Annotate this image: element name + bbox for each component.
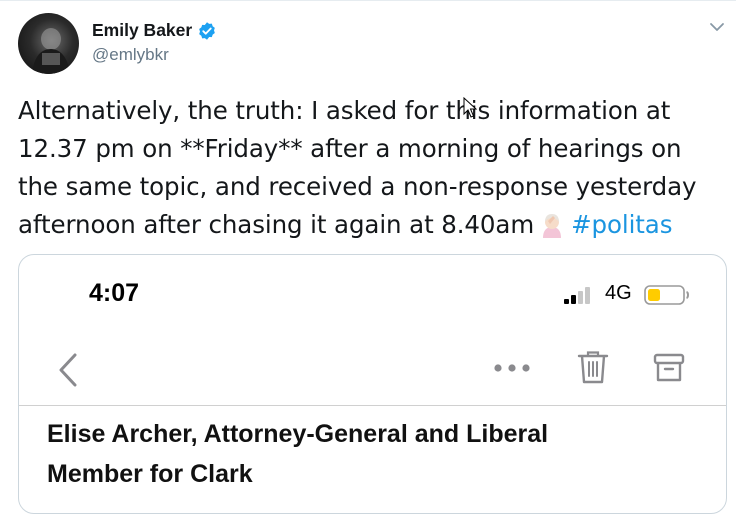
author-handle[interactable]: @emlybkr — [92, 45, 169, 65]
more-icon[interactable] — [493, 362, 531, 374]
woman-facepalming-emoji-icon — [543, 214, 562, 238]
status-time: 4:07 — [89, 279, 140, 307]
battery-icon — [644, 285, 689, 305]
tweet-text: Alternatively, the truth: I asked for th… — [18, 92, 730, 244]
hashtag-link[interactable]: #politas — [571, 210, 672, 239]
chevron-down-icon[interactable] — [707, 17, 727, 37]
top-divider — [0, 0, 736, 1]
mouse-cursor-icon — [463, 97, 477, 118]
author-name-row[interactable]: Emily Baker — [92, 20, 217, 41]
trash-icon[interactable] — [577, 349, 609, 385]
signal-strength-icon — [564, 287, 590, 304]
tweet-line: the same topic, and received a non-respo… — [18, 172, 697, 201]
email-divider — [19, 405, 726, 406]
back-chevron-icon[interactable] — [57, 352, 79, 388]
tweet-line: Alternatively, the truth: I asked for th… — [18, 96, 671, 125]
email-subject-line: Member for Clark — [47, 460, 253, 488]
archive-icon[interactable] — [653, 352, 685, 384]
email-subject: Elise Archer, Attorney-General and Liber… — [47, 414, 687, 494]
verified-badge-icon — [199, 21, 216, 40]
avatar[interactable] — [18, 13, 79, 74]
tweet-line-last: afternoon after chasing it again at 8.40… — [18, 210, 672, 239]
avatar-photo-icon — [32, 28, 70, 74]
network-type: 4G — [605, 282, 632, 304]
author-name[interactable]: Emily Baker — [92, 20, 192, 41]
media-attachment[interactable]: 4:07 4G Elise Archer, Attorney-General a… — [18, 254, 727, 514]
email-subject-line: Elise Archer, Attorney-General and Liber… — [47, 420, 549, 448]
tweet-line: afternoon after chasing it again at 8.40… — [18, 210, 535, 239]
tweet-line: 12.37 pm on **Friday** after a morning o… — [18, 134, 682, 163]
